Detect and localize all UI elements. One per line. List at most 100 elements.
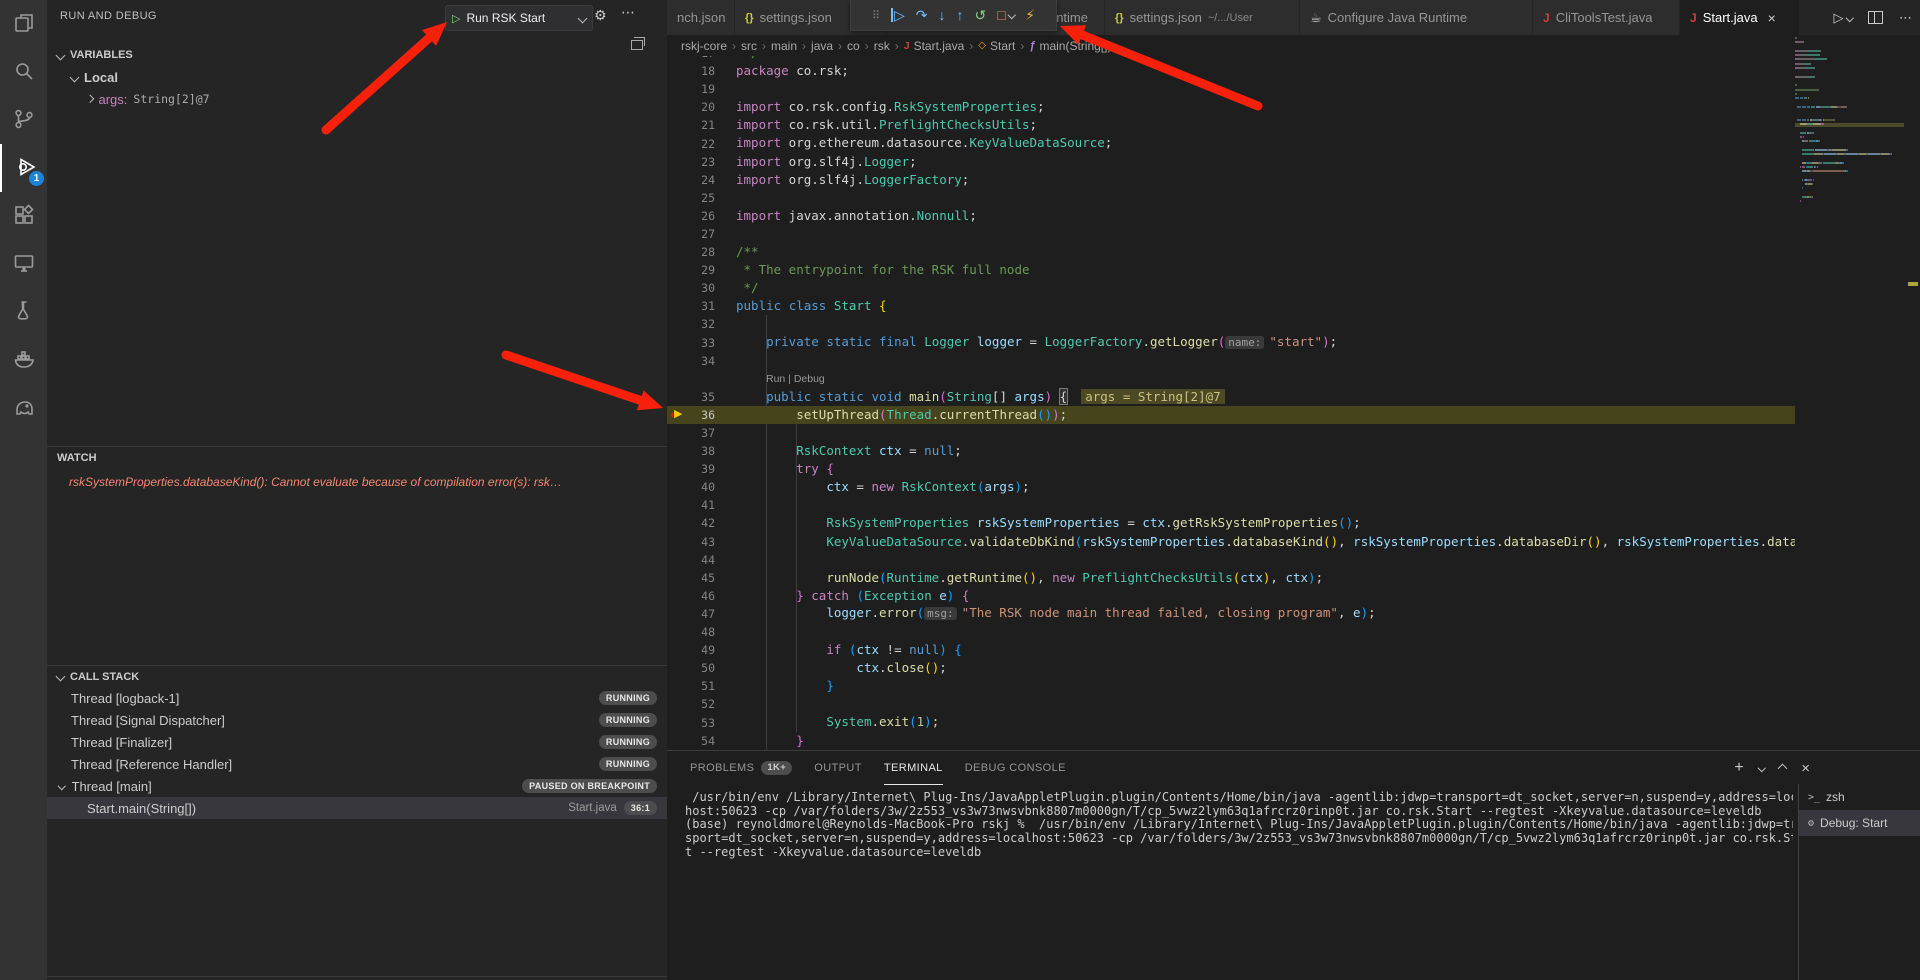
line-number[interactable]: 27 [689, 227, 715, 241]
line-number[interactable]: 46 [689, 589, 715, 603]
code-line[interactable]: 53 System.exit(1); [667, 713, 1795, 731]
code-line[interactable]: 44 [667, 551, 1795, 569]
breakpoint-margin[interactable] [667, 659, 689, 677]
breakpoint-margin[interactable] [667, 352, 689, 370]
code-line[interactable]: 31public class Start { [667, 297, 1795, 315]
current-execution-line[interactable]: ●▶36 setUpThread(Thread.currentThread())… [667, 406, 1795, 424]
tab-settings-json[interactable]: {}settings.json~/.../User [1105, 0, 1300, 35]
line-number[interactable]: 18 [689, 64, 715, 78]
code-line[interactable]: 28/** [667, 243, 1795, 261]
code-line[interactable]: 40 ctx = new RskContext(args); [667, 478, 1795, 496]
line-number[interactable]: 53 [689, 716, 715, 730]
code-line[interactable]: 38 RskContext ctx = null; [667, 442, 1795, 460]
more-actions-icon[interactable]: ⋯ [1899, 10, 1912, 26]
line-number[interactable]: 28 [689, 245, 715, 259]
continue-icon[interactable]: ▷ [891, 8, 905, 22]
code-line[interactable]: 24import org.slf4j.LoggerFactory; [667, 171, 1795, 189]
line-number[interactable]: 44 [689, 553, 715, 567]
code-line[interactable]: 34 [667, 352, 1795, 370]
line-number[interactable]: 50 [689, 661, 715, 675]
tab-clitoolstest-java[interactable]: JCliToolsTest.java [1533, 0, 1680, 35]
line-number[interactable]: 48 [689, 625, 715, 639]
code-line[interactable]: 50 ctx.close(); [667, 659, 1795, 677]
code-line[interactable]: 35 public static void main(String[] args… [667, 388, 1795, 406]
breakpoint-margin[interactable] [667, 297, 689, 315]
code-line[interactable]: 45 runNode(Runtime.getRuntime(), new Pre… [667, 569, 1795, 587]
code-line[interactable]: 25 [667, 189, 1795, 207]
breakpoint-margin[interactable] [667, 551, 689, 569]
line-number[interactable]: 20 [689, 100, 715, 114]
code-line[interactable]: 29 * The entrypoint for the RSK full nod… [667, 261, 1795, 279]
code-line[interactable]: 46 } catch (Exception e) { [667, 587, 1795, 605]
line-number[interactable]: 19 [689, 82, 715, 96]
breakpoint-margin[interactable] [667, 478, 689, 496]
code-line[interactable]: 54 } [667, 732, 1795, 750]
line-number[interactable]: 40 [689, 480, 715, 494]
breakpoint-margin[interactable] [667, 243, 689, 261]
call-stack-frame[interactable]: Start.main(String[])Start.java36:1 [47, 797, 667, 819]
breakpoint-margin[interactable] [667, 279, 689, 297]
line-number[interactable]: 35 [689, 390, 715, 404]
codelens-run-debug[interactable]: Run | Debug [667, 370, 1795, 388]
breakpoint-margin[interactable] [667, 189, 689, 207]
breakpoint-margin[interactable] [667, 623, 689, 641]
line-number[interactable]: 51 [689, 679, 715, 693]
breakpoint-margin[interactable] [667, 334, 689, 352]
panel-tab-terminal[interactable]: TERMINAL [884, 751, 943, 785]
breadcrumb-item[interactable]: ƒmain(String[]) [1029, 39, 1111, 53]
line-number[interactable]: 33 [689, 336, 715, 350]
code-line[interactable]: 49 if (ctx != null) { [667, 641, 1795, 659]
breakpoint-margin[interactable] [667, 62, 689, 80]
code-line[interactable]: 30 */ [667, 279, 1795, 297]
line-number[interactable]: 41 [689, 498, 715, 512]
line-number[interactable]: 31 [689, 299, 715, 313]
split-editor-icon[interactable] [1868, 11, 1883, 24]
code-line[interactable]: 41 [667, 496, 1795, 514]
close-icon[interactable]: × [1768, 10, 1776, 26]
breakpoint-margin[interactable] [667, 225, 689, 243]
line-number[interactable]: 42 [689, 516, 715, 530]
line-number[interactable]: 54 [689, 734, 715, 748]
code-line[interactable]: 37 [667, 424, 1795, 442]
line-number[interactable]: 38 [689, 444, 715, 458]
breadcrumb-item[interactable]: co [847, 39, 860, 53]
activity-bar-item-run-and-debug[interactable]: 1 [0, 144, 49, 192]
call-stack-thread[interactable]: Thread [logback-1]RUNNING [47, 687, 667, 709]
code-line[interactable]: 19 [667, 80, 1795, 98]
call-stack-thread[interactable]: Thread [Signal Dispatcher]RUNNING [47, 709, 667, 731]
code-line[interactable]: 51 } [667, 677, 1795, 695]
breakpoint-margin[interactable] [667, 442, 689, 460]
line-number[interactable]: 34 [689, 354, 715, 368]
code-line[interactable]: 42 RskSystemProperties rskSystemProperti… [667, 514, 1795, 532]
line-number[interactable]: 37 [689, 426, 715, 440]
breakpoint-margin[interactable] [667, 388, 689, 406]
panel-tab-debug-console[interactable]: DEBUG CONSOLE [965, 751, 1066, 785]
call-stack-thread[interactable]: Thread [Reference Handler]RUNNING [47, 753, 667, 775]
line-number[interactable]: 30 [689, 281, 715, 295]
gear-icon[interactable]: ⚙ [594, 7, 607, 24]
run-java-button[interactable]: ▷ [1834, 10, 1853, 26]
code-line[interactable]: 47 logger.error(msg:"The RSK node main t… [667, 605, 1795, 623]
line-number[interactable]: 22 [689, 137, 715, 151]
tab-start-java[interactable]: JStart.java× [1680, 0, 1800, 35]
breakpoint-margin[interactable] [667, 116, 689, 134]
activity-bar-item-extensions[interactable] [0, 192, 47, 240]
terminal-tab-debug-start[interactable]: ⚙Debug: Start [1799, 810, 1920, 836]
restart-icon[interactable]: ↺ [975, 8, 987, 22]
launch-configuration-dropdown[interactable]: ▷ Run RSK Start [445, 5, 593, 31]
activity-bar-item-gradle[interactable] [0, 384, 47, 432]
breakpoint-margin[interactable] [667, 134, 689, 152]
breakpoint-margin[interactable] [667, 695, 689, 713]
line-number[interactable]: 32 [689, 317, 715, 331]
breakpoint-margin[interactable] [667, 98, 689, 116]
code-line[interactable]: 43 KeyValueDataSource.validateDbKind(rsk… [667, 533, 1795, 551]
line-number[interactable]: 26 [689, 209, 715, 223]
panel-tab-output[interactable]: OUTPUT [814, 751, 862, 785]
line-number[interactable]: 17 [689, 56, 715, 60]
call-stack-thread[interactable]: Thread [Finalizer]RUNNING [47, 731, 667, 753]
tab-configure-java-runtime[interactable]: ☕Configure Java Runtime [1300, 0, 1533, 35]
breadcrumb-item[interactable]: java [811, 39, 833, 53]
code-line[interactable]: 32 [667, 315, 1795, 333]
code-line[interactable]: 26import javax.annotation.Nonnull; [667, 207, 1795, 225]
code-line[interactable]: 48 [667, 623, 1795, 641]
